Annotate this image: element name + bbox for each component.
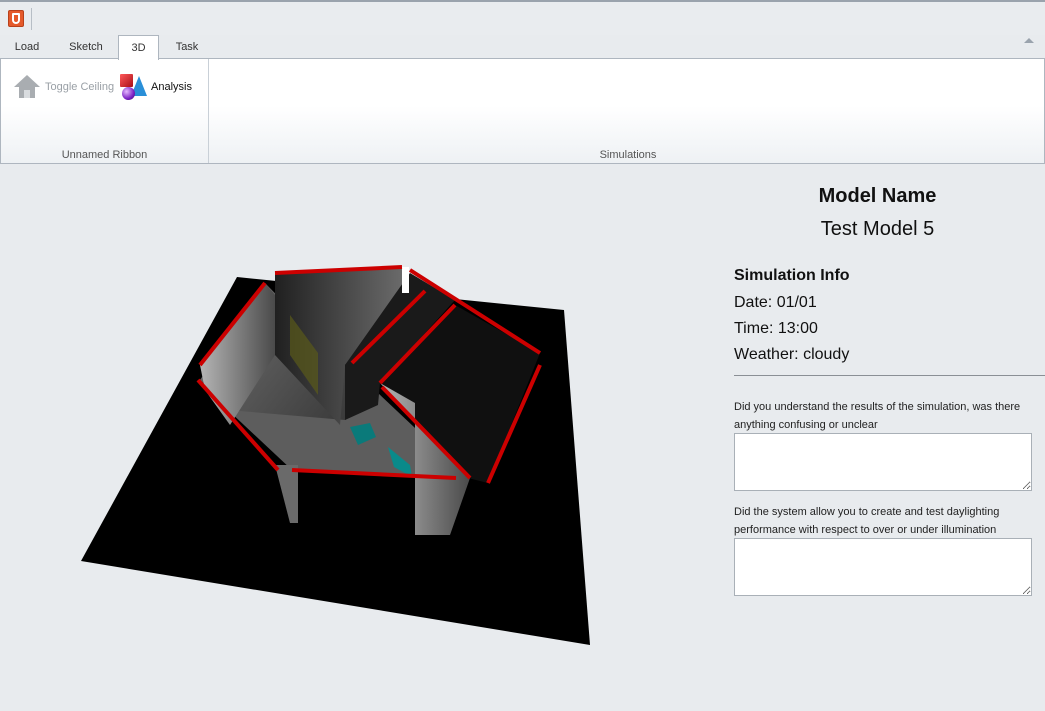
tab-task[interactable]: Task [166, 35, 208, 59]
group-label-simulations: Simulations [599, 149, 657, 161]
app-window: Load Sketch 3D Task Toggle Ceiling Analy… [0, 0, 1045, 711]
analysis-label: Analysis [151, 81, 192, 93]
feedback-question-1: Did you understand the results of the si… [734, 401, 1021, 431]
html5-icon[interactable] [8, 10, 24, 27]
collapse-ribbon-icon[interactable] [1024, 38, 1034, 43]
tab-load[interactable]: Load [4, 35, 50, 59]
model-name-value: Test Model 5 [820, 218, 935, 240]
ribbon: Toggle Ceiling Analysis Unnamed Ribbon S… [0, 58, 1045, 164]
feedback-answer-2[interactable] [734, 538, 1032, 596]
panel-divider [734, 375, 1045, 376]
3d-viewport[interactable] [0, 165, 700, 711]
simulation-time: Time: 13:00 [734, 320, 818, 337]
ribbon-group-unnamed: Toggle Ceiling Analysis Unnamed Ribbon [1, 59, 209, 163]
3d-model-render[interactable] [0, 165, 700, 711]
ribbon-group-simulations: Simulations [210, 59, 1045, 163]
simulation-date: Date: 01/01 [734, 294, 817, 311]
tab-3d[interactable]: 3D [118, 35, 159, 60]
group-label-unnamed-ribbon: Unnamed Ribbon [61, 149, 148, 161]
house-icon [13, 73, 41, 101]
feedback-question-2: Did the system allow you to create and t… [734, 506, 1000, 536]
simulation-info-heading: Simulation Info [734, 267, 850, 284]
title-bar [0, 0, 1045, 35]
model-name-heading: Model Name [818, 185, 937, 207]
feedback-answer-1[interactable] [734, 433, 1032, 491]
toggle-ceiling-button[interactable]: Toggle Ceiling [13, 73, 114, 101]
toggle-ceiling-label: Toggle Ceiling [45, 81, 115, 93]
tab-sketch[interactable]: Sketch [58, 35, 114, 59]
ribbon-tabs: Load Sketch 3D Task [0, 35, 1045, 60]
column [402, 267, 409, 293]
simulation-weather: Weather: cloudy [734, 346, 850, 363]
analysis-shapes-icon [119, 73, 147, 101]
analysis-button[interactable]: Analysis [119, 73, 192, 101]
quick-access-separator [31, 8, 32, 30]
